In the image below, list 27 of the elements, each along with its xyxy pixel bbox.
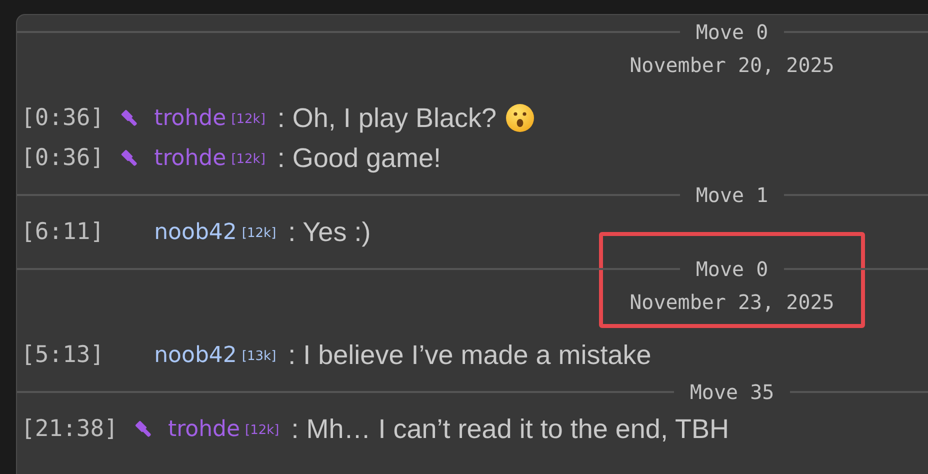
username[interactable]: noob42 bbox=[154, 342, 237, 368]
username[interactable]: noob42 bbox=[154, 220, 237, 244]
timestamp: [0:36] bbox=[21, 105, 104, 131]
move-label: Move 35 bbox=[688, 380, 776, 404]
message-text: : Oh, I play Black? bbox=[277, 102, 497, 134]
username[interactable]: trohde bbox=[154, 106, 226, 130]
rank-label: [12k] bbox=[242, 226, 276, 241]
message-text: : Good game! bbox=[277, 142, 442, 174]
date-label: November 23, 2025 bbox=[630, 289, 834, 316]
rank-label: [12k] bbox=[231, 112, 266, 127]
move-label: Move 0 bbox=[694, 257, 770, 281]
message-text: : I believe I’ve made a mistake bbox=[288, 340, 652, 370]
rank-label: [12k] bbox=[231, 152, 266, 167]
surprised-face-icon bbox=[504, 103, 535, 133]
rank-label: [13k] bbox=[242, 349, 276, 364]
username[interactable]: trohde bbox=[154, 146, 226, 170]
rank-label: [12k] bbox=[245, 423, 280, 438]
timestamp: [0:36] bbox=[21, 145, 104, 171]
timestamp: [5:13] bbox=[21, 342, 104, 368]
username[interactable]: trohde bbox=[168, 416, 240, 442]
timestamp: [6:11] bbox=[21, 219, 104, 245]
date-label: November 20, 2025 bbox=[630, 52, 834, 79]
move-label: Move 1 bbox=[694, 183, 770, 207]
timestamp: [21:38] bbox=[21, 416, 118, 442]
message-text: : Yes :) bbox=[288, 216, 371, 248]
move-label: Move 0 bbox=[694, 20, 770, 44]
message-text: : Mh… I can’t read it to the end, TBH bbox=[291, 414, 729, 444]
